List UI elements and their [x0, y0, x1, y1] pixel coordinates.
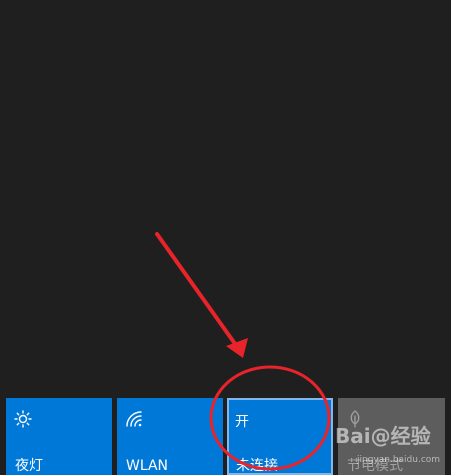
mobile-hotspot-tile[interactable]: 开 未连接	[227, 398, 333, 475]
night-light-tile[interactable]: 夜灯	[6, 398, 112, 475]
brightness-icon	[14, 410, 32, 428]
hotspot-status: 开	[235, 414, 249, 430]
battery-saver-tile[interactable]: 节电模式	[338, 398, 445, 475]
red-arrow-head	[226, 338, 248, 358]
wlan-label: WLAN	[126, 458, 169, 474]
battery-saver-label: 节电模式	[347, 458, 403, 474]
hotspot-label: 未连接	[236, 458, 278, 474]
wlan-tile[interactable]: WLAN	[117, 398, 223, 475]
night-light-label: 夜灯	[15, 458, 43, 474]
screen: 夜灯 WLAN 开 未连接 节电模式 Bai@经验 jingyan.baidu.…	[0, 0, 451, 475]
action-center-tiles: 夜灯 WLAN 开 未连接 节电模式	[0, 389, 451, 475]
leaf-icon	[346, 410, 364, 428]
wifi-icon	[125, 410, 143, 428]
red-arrow	[155, 232, 240, 350]
